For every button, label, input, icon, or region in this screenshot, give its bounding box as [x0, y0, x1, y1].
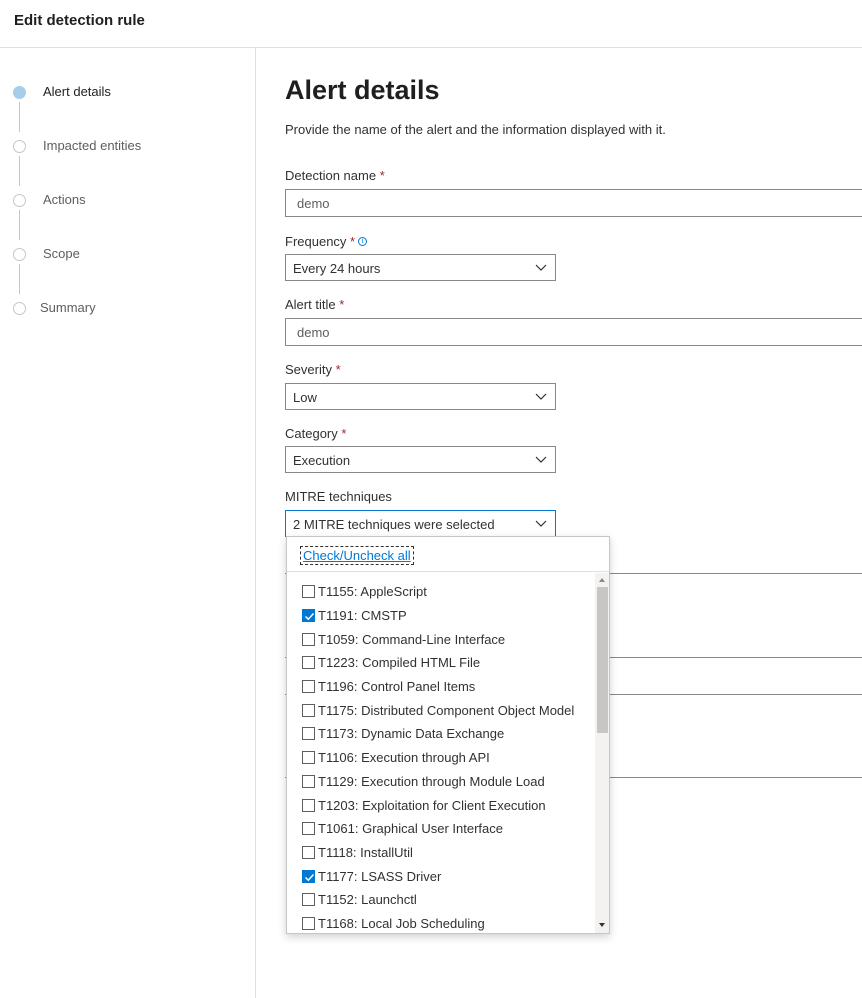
- page-title: Alert details: [285, 75, 440, 105]
- frequency-dropdown[interactable]: Every 24 hours: [285, 254, 556, 281]
- checkbox[interactable]: [302, 585, 315, 598]
- checkbox[interactable]: [302, 633, 315, 646]
- step-connector: [19, 156, 20, 186]
- window-title: Edit detection rule: [14, 12, 145, 29]
- checkbox[interactable]: [302, 917, 315, 930]
- info-icon[interactable]: i: [358, 237, 368, 246]
- detection-name-label: Detection name *: [285, 168, 385, 183]
- mitre-option[interactable]: T1118: InstallUtil: [302, 843, 592, 863]
- detection-name-input[interactable]: demo: [285, 189, 862, 217]
- scroll-up-icon[interactable]: [598, 576, 606, 584]
- checkbox[interactable]: [302, 751, 315, 764]
- step-scope[interactable]: Scope: [0, 244, 250, 264]
- checkbox-checked[interactable]: [302, 870, 315, 883]
- step-label: Summary: [40, 300, 96, 315]
- checkbox-checked[interactable]: [302, 609, 315, 622]
- step-current-icon: [13, 86, 26, 99]
- page-description: Provide the name of the alert and the in…: [285, 122, 666, 137]
- checkbox[interactable]: [302, 775, 315, 788]
- step-alert-details[interactable]: Alert details: [0, 82, 250, 102]
- checkbox[interactable]: [302, 822, 315, 835]
- mitre-techniques-popup: Check/Uncheck all T1155: AppleScript T11…: [286, 536, 610, 934]
- divider: [287, 571, 609, 572]
- alert-title-input[interactable]: demo: [285, 318, 862, 346]
- step-impacted-entities[interactable]: Impacted entities: [0, 136, 250, 156]
- mitre-option[interactable]: T1168: Local Job Scheduling: [302, 914, 592, 933]
- mitre-option[interactable]: T1177: LSASS Driver: [302, 867, 592, 887]
- step-summary[interactable]: Summary: [0, 298, 250, 318]
- mitre-option[interactable]: T1196: Control Panel Items: [302, 677, 592, 697]
- mitre-option[interactable]: T1155: AppleScript: [302, 582, 592, 602]
- mitre-option[interactable]: T1203: Exploitation for Client Execution: [302, 796, 592, 816]
- checkmark-icon: [304, 612, 315, 621]
- step-actions[interactable]: Actions: [0, 190, 250, 210]
- step-label: Scope: [43, 246, 80, 261]
- step-pending-icon: [13, 248, 26, 261]
- step-connector: [19, 264, 20, 294]
- checkbox[interactable]: [302, 799, 315, 812]
- mitre-option[interactable]: T1059: Command-Line Interface: [302, 630, 592, 650]
- checkbox[interactable]: [302, 846, 315, 859]
- checkbox[interactable]: [302, 704, 315, 717]
- alert-title-label: Alert title *: [285, 297, 345, 312]
- mitre-dropdown[interactable]: 2 MITRE techniques were selected: [285, 510, 556, 537]
- mitre-option[interactable]: T1223: Compiled HTML File: [302, 653, 592, 673]
- step-pending-icon: [13, 194, 26, 207]
- step-label: Alert details: [43, 84, 111, 99]
- mitre-option[interactable]: T1129: Execution through Module Load: [302, 772, 592, 792]
- scroll-down-icon[interactable]: [598, 921, 606, 929]
- checkbox[interactable]: [302, 727, 315, 740]
- step-connector: [19, 210, 20, 240]
- mitre-option[interactable]: T1106: Execution through API: [302, 748, 592, 768]
- step-label: Impacted entities: [43, 138, 142, 153]
- mitre-label: MITRE techniques: [285, 489, 392, 504]
- severity-label: Severity *: [285, 362, 341, 377]
- category-dropdown[interactable]: Execution: [285, 446, 556, 473]
- mitre-option[interactable]: T1191: CMSTP: [302, 606, 592, 626]
- mitre-option[interactable]: T1175: Distributed Component Object Mode…: [302, 701, 592, 721]
- chevron-down-icon: [535, 264, 547, 271]
- scrollbar[interactable]: [595, 573, 609, 933]
- chevron-down-icon: [535, 520, 547, 527]
- category-label: Category *: [285, 426, 347, 441]
- mitre-options-list: T1155: AppleScript T1191: CMSTP T1059: C…: [287, 581, 595, 933]
- step-pending-icon: [13, 302, 26, 315]
- scrollbar-thumb[interactable]: [597, 587, 608, 733]
- step-connector: [19, 102, 20, 132]
- checkmark-icon: [304, 873, 315, 882]
- severity-dropdown[interactable]: Low: [285, 383, 556, 410]
- mitre-option[interactable]: T1152: Launchctl: [302, 890, 592, 910]
- wizard-steps: Alert details Impacted entities Actions …: [0, 48, 256, 998]
- checkbox[interactable]: [302, 893, 315, 906]
- check-uncheck-all-link[interactable]: Check/Uncheck all: [300, 546, 414, 565]
- step-pending-icon: [13, 140, 26, 153]
- chevron-down-icon: [535, 456, 547, 463]
- checkbox[interactable]: [302, 680, 315, 693]
- mitre-option[interactable]: T1061: Graphical User Interface: [302, 819, 592, 839]
- header: Edit detection rule: [0, 0, 862, 48]
- checkbox[interactable]: [302, 656, 315, 669]
- mitre-option[interactable]: T1173: Dynamic Data Exchange: [302, 724, 592, 744]
- step-label: Actions: [43, 192, 86, 207]
- frequency-label: Frequency * i: [285, 234, 368, 249]
- chevron-down-icon: [535, 393, 547, 400]
